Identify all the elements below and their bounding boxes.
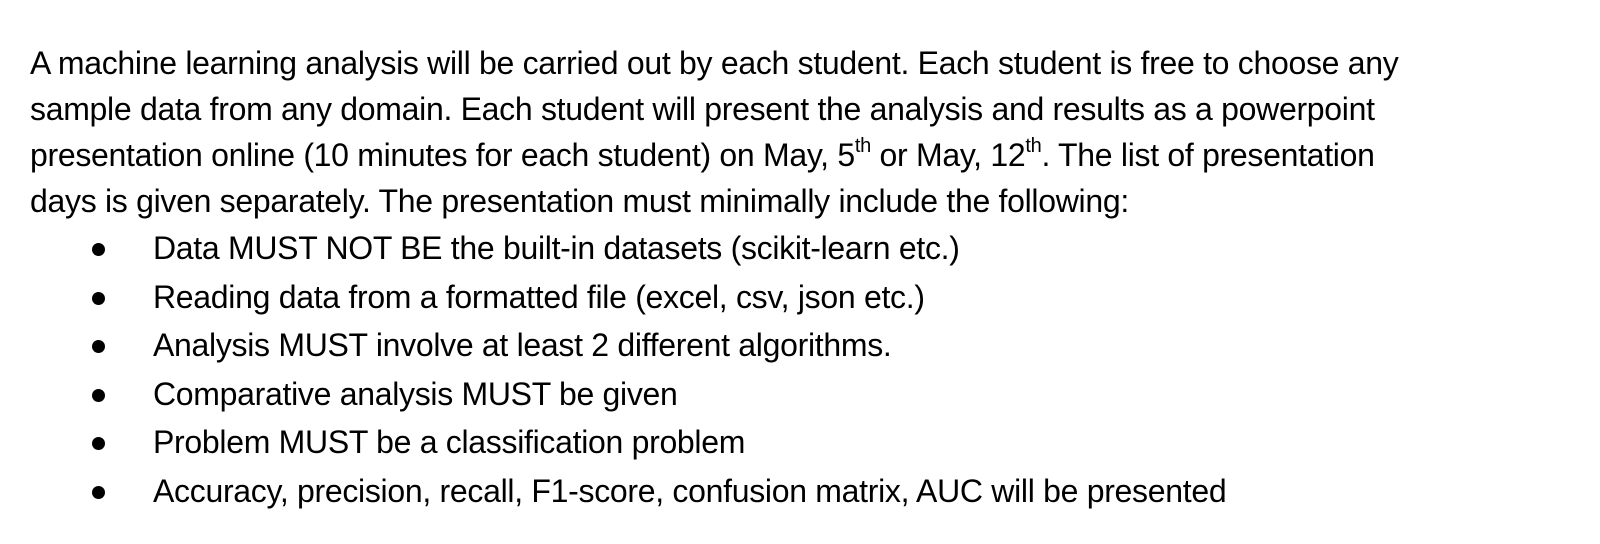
paragraph-line: days is given separately. The presentati…: [30, 183, 1129, 219]
list-item: Reading data from a formatted file (exce…: [30, 273, 1575, 322]
list-item: Analysis MUST involve at least 2 differe…: [30, 321, 1575, 370]
bullet-icon: [92, 243, 105, 256]
bullet-icon: [92, 485, 105, 499]
list-item-text: Accuracy, precision, recall, F1-score, c…: [153, 472, 1227, 509]
list-item: Comparative analysis MUST be given: [30, 370, 1575, 419]
document-page: A machine learning analysis will be carr…: [30, 40, 1575, 515]
list-item-text: Comparative analysis MUST be given: [153, 375, 678, 412]
list-item: Accuracy, precision, recall, F1-score, c…: [30, 467, 1575, 516]
intro-paragraph: A machine learning analysis will be carr…: [30, 40, 1575, 224]
paragraph-text: presentation online (10 minutes for each…: [30, 137, 855, 173]
bullet-icon: [92, 291, 105, 305]
list-item-text: Reading data from a formatted file (exce…: [153, 278, 925, 315]
bullet-icon: [92, 340, 105, 353]
list-item-text: Data MUST NOT BE the built-in datasets (…: [153, 230, 960, 266]
list-item-text: Analysis MUST involve at least 2 differe…: [153, 327, 892, 363]
ordinal-suffix: th: [1025, 135, 1042, 157]
paragraph-text: or May, 12: [870, 137, 1026, 173]
list-item: Data MUST NOT BE the built-in datasets (…: [30, 224, 1575, 273]
paragraph-text: . The list of presentation: [1041, 137, 1375, 173]
requirements-list: Data MUST NOT BE the built-in datasets (…: [30, 224, 1575, 515]
ordinal-suffix: th: [854, 135, 871, 157]
paragraph-line-with-dates: presentation online (10 minutes for each…: [30, 132, 1575, 178]
bullet-icon: [92, 437, 105, 450]
paragraph-line: sample data from any domain. Each studen…: [30, 91, 1375, 127]
bullet-icon: [92, 388, 105, 402]
list-item-text: Problem MUST be a classification problem: [153, 424, 746, 460]
paragraph-line: A machine learning analysis will be carr…: [30, 45, 1399, 81]
list-item: Problem MUST be a classification problem: [30, 418, 1575, 467]
